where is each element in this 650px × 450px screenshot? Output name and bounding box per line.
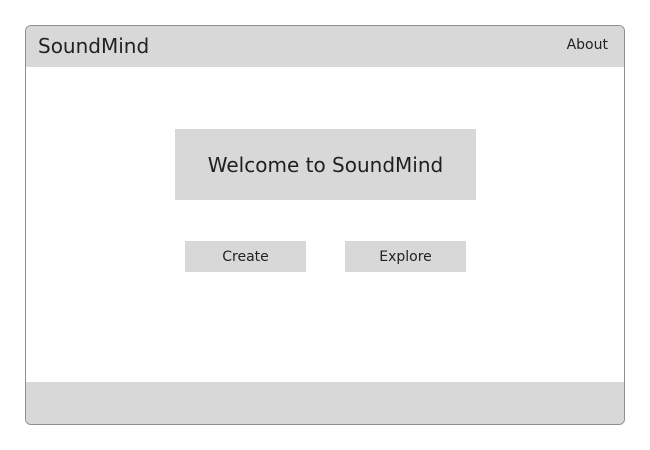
about-link[interactable]: About (567, 36, 608, 54)
footer-bar (26, 382, 624, 424)
welcome-text: Welcome to SoundMind (207, 152, 444, 177)
create-button[interactable]: Create (185, 241, 306, 272)
app-window: SoundMind About Welcome to SoundMind Cre… (25, 25, 625, 425)
app-title: SoundMind (38, 34, 150, 58)
header-bar: SoundMind About (26, 26, 624, 67)
main-content: Welcome to SoundMind Create Explore (26, 67, 624, 383)
explore-button[interactable]: Explore (345, 241, 466, 272)
welcome-banner: Welcome to SoundMind (175, 129, 476, 200)
